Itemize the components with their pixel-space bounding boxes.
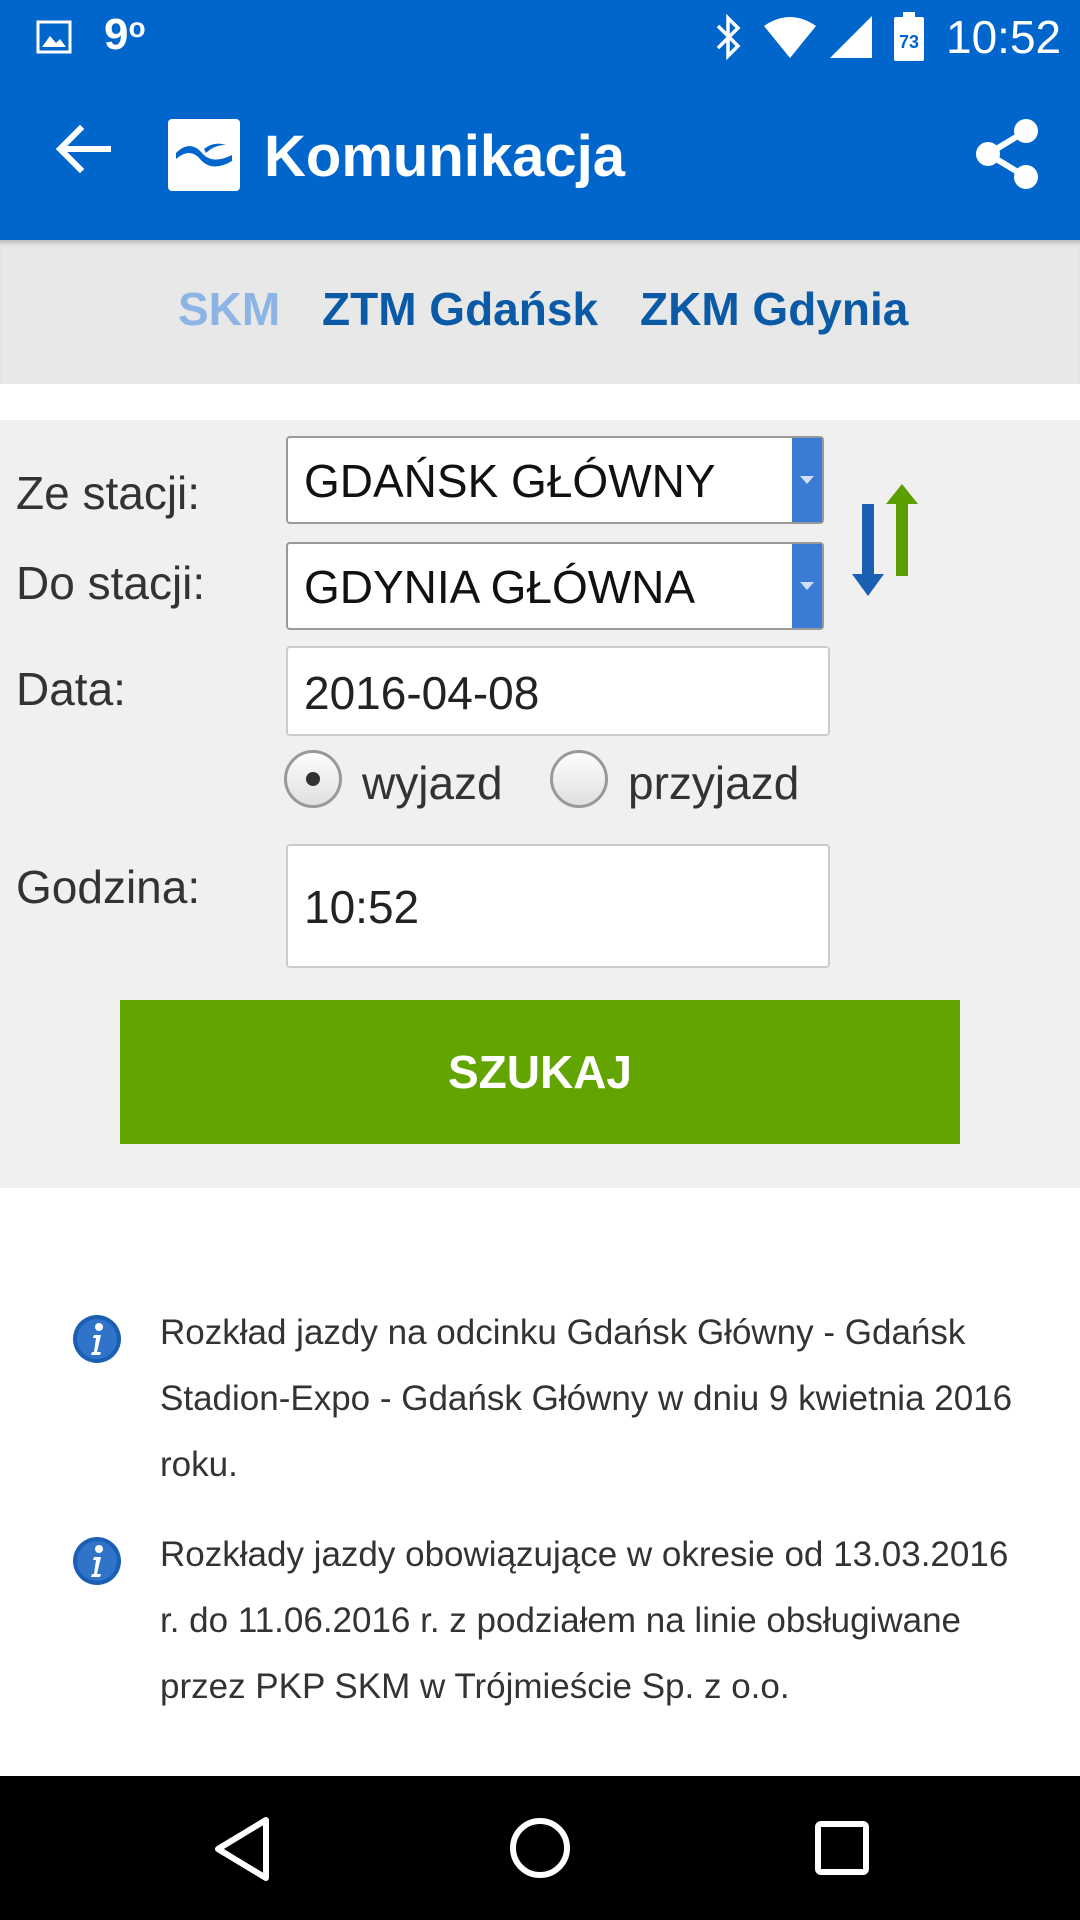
tab-zkm-gdynia[interactable]: ZKM Gdynia bbox=[640, 282, 908, 336]
dropdown-arrow-icon bbox=[792, 438, 822, 522]
to-station-label: Do stacji: bbox=[16, 557, 206, 609]
nav-back-icon[interactable] bbox=[212, 1816, 272, 1882]
dropdown-arrow-icon bbox=[792, 544, 822, 628]
hour-field[interactable]: 10:52 bbox=[286, 844, 830, 968]
from-station-select[interactable]: GDAŃSK GŁÓWNY bbox=[286, 436, 824, 524]
to-station-value: GDYNIA GŁÓWNA bbox=[304, 561, 696, 613]
tab-ztm-gdansk[interactable]: ZTM Gdańsk bbox=[322, 282, 598, 336]
info-icon bbox=[73, 1537, 121, 1585]
app-bar: Komunikacja bbox=[0, 75, 1080, 240]
app-title: Komunikacja bbox=[264, 124, 625, 189]
radio-selected-dot bbox=[306, 772, 320, 786]
radio-departure-label[interactable]: wyjazd bbox=[362, 756, 503, 810]
date-value: 2016-04-08 bbox=[304, 667, 540, 719]
wifi-icon bbox=[764, 17, 816, 58]
nav-recent-apps-icon[interactable] bbox=[814, 1820, 870, 1876]
status-bar: 9o 73 10:52 bbox=[0, 0, 1080, 75]
to-station-select[interactable]: GDYNIA GŁÓWNA bbox=[286, 542, 824, 630]
hour-label: Godzina: bbox=[16, 861, 201, 913]
signal-icon bbox=[830, 16, 872, 58]
swap-stations-icon[interactable] bbox=[852, 484, 918, 596]
battery-icon: 73 bbox=[892, 12, 926, 62]
date-label: Data: bbox=[16, 663, 126, 715]
battery-level: 73 bbox=[898, 32, 920, 52]
info-icon bbox=[73, 1315, 121, 1363]
transport-tabs: SKM ZTM Gdańsk ZKM Gdynia bbox=[0, 240, 1080, 384]
search-form: Ze stacji: GDAŃSK GŁÓWNY Do stacji: GDYN… bbox=[0, 420, 1080, 1188]
radio-arrival-label[interactable]: przyjazd bbox=[628, 756, 799, 810]
radio-arrival[interactable] bbox=[550, 750, 608, 808]
image-notification-icon bbox=[36, 20, 72, 54]
bluetooth-icon bbox=[716, 14, 741, 60]
nav-home-icon[interactable] bbox=[508, 1816, 572, 1880]
hour-value: 10:52 bbox=[304, 881, 420, 933]
search-button[interactable]: SZUKAJ bbox=[120, 1000, 960, 1144]
back-arrow-icon[interactable] bbox=[52, 117, 116, 181]
weather-temperature: 9o bbox=[104, 10, 146, 59]
radio-departure[interactable] bbox=[284, 750, 342, 808]
from-station-label: Ze stacji: bbox=[16, 467, 201, 519]
date-field[interactable]: 2016-04-08 bbox=[286, 646, 830, 736]
info-notice-text: Rozkład jazdy na odcinku Gdańsk Główny -… bbox=[160, 1313, 1013, 1484]
info-notice-text: Rozkłady jazdy obowiązujące w okresie od… bbox=[160, 1535, 1009, 1706]
share-icon[interactable] bbox=[970, 117, 1044, 191]
tab-skm[interactable]: SKM bbox=[178, 282, 280, 336]
clock: 10:52 bbox=[946, 11, 1062, 63]
system-navigation-bar bbox=[0, 1776, 1080, 1920]
from-station-value: GDAŃSK GŁÓWNY bbox=[304, 455, 716, 507]
app-logo-icon bbox=[168, 119, 240, 191]
